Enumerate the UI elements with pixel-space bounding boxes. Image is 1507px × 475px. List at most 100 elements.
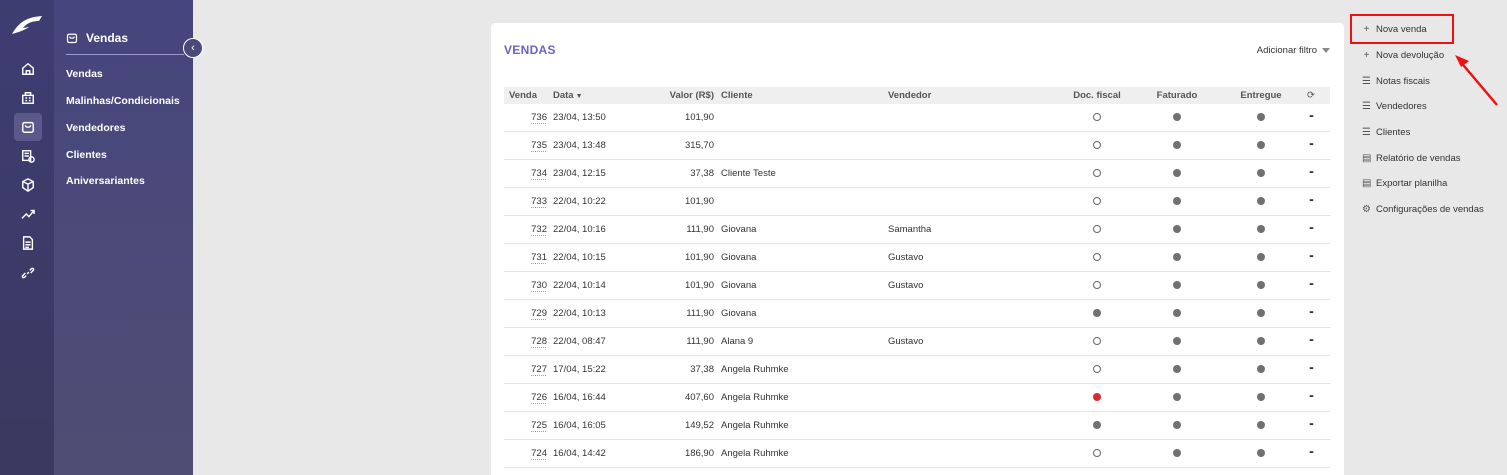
table-row[interactable]: 733 22/04, 10:22 101,90 •••: [504, 188, 1330, 216]
entregue-status[interactable]: [1239, 300, 1283, 327]
faturado-status[interactable]: [1155, 412, 1199, 439]
action-vendedores[interactable]: ☰ Vendedores: [1362, 101, 1427, 112]
building-icon[interactable]: [17, 87, 39, 109]
faturado-status[interactable]: [1155, 188, 1199, 215]
action-clientes[interactable]: ☰ Clientes: [1362, 127, 1410, 138]
entregue-status[interactable]: [1239, 440, 1283, 467]
more-options-icon[interactable]: •••: [1301, 216, 1321, 243]
faturado-status[interactable]: [1155, 300, 1199, 327]
faturado-status[interactable]: [1155, 384, 1199, 411]
add-filter-button[interactable]: Adicionar filtro: [1257, 45, 1330, 56]
table-row[interactable]: 730 22/04, 10:14 101,90 Giovana Gustavo •••: [504, 272, 1330, 300]
sale-number-link[interactable]: 730: [519, 272, 547, 299]
entregue-status[interactable]: [1239, 272, 1283, 299]
table-row[interactable]: 724 16/04, 14:42 186,90 Angela Ruhmke •••: [504, 440, 1330, 468]
link-icon[interactable]: [17, 262, 39, 284]
more-options-icon[interactable]: •••: [1301, 384, 1321, 411]
action-exportar-planilha[interactable]: ▤ Exportar planilha: [1362, 178, 1447, 189]
col-venda[interactable]: Venda: [509, 87, 537, 104]
sale-number-link[interactable]: 727: [519, 356, 547, 383]
doc-fiscal-status[interactable]: [1075, 412, 1119, 439]
sale-number-link[interactable]: 729: [519, 300, 547, 327]
refresh-icon[interactable]: ⟳: [1301, 87, 1321, 104]
more-options-icon[interactable]: •••: [1301, 328, 1321, 355]
sale-number-link[interactable]: 724: [519, 440, 547, 467]
logo-icon[interactable]: [11, 14, 43, 36]
table-row[interactable]: 726 16/04, 16:44 407,60 Angela Ruhmke •••: [504, 384, 1330, 412]
action-relat-rio-de-vendas[interactable]: ▤ Relatório de vendas: [1362, 153, 1461, 164]
more-options-icon[interactable]: •••: [1301, 244, 1321, 271]
table-row[interactable]: 731 22/04, 10:15 101,90 Giovana Gustavo •••: [504, 244, 1330, 272]
more-options-icon[interactable]: •••: [1301, 356, 1321, 383]
box-icon[interactable]: [17, 174, 39, 196]
col-faturado[interactable]: Faturado: [1155, 87, 1199, 104]
sidebar-item-vendedores[interactable]: Vendedores: [66, 122, 126, 134]
doc-fiscal-status[interactable]: [1075, 356, 1119, 383]
bag-icon[interactable]: [14, 113, 42, 141]
table-row[interactable]: 734 23/04, 12:15 37,38 Cliente Teste •••: [504, 160, 1330, 188]
doc-fiscal-status[interactable]: [1075, 440, 1119, 467]
sale-number-link[interactable]: 731: [519, 244, 547, 271]
table-row[interactable]: 727 17/04, 15:22 37,38 Angela Ruhmke •••: [504, 356, 1330, 384]
entregue-status[interactable]: [1239, 104, 1283, 131]
sale-number-link[interactable]: 733: [519, 188, 547, 215]
sale-number-link[interactable]: 735: [519, 132, 547, 159]
faturado-status[interactable]: [1155, 272, 1199, 299]
more-options-icon[interactable]: •••: [1301, 300, 1321, 327]
table-row[interactable]: 729 22/04, 10:13 111,90 Giovana •••: [504, 300, 1330, 328]
sidebar-item-clientes[interactable]: Clientes: [66, 149, 107, 161]
sidebar-item-aniversariantes[interactable]: Aniversariantes: [66, 175, 145, 187]
cash-icon[interactable]: [17, 145, 39, 167]
entregue-status[interactable]: [1239, 244, 1283, 271]
doc-fiscal-status[interactable]: [1075, 300, 1119, 327]
sidebar-item-malinhas[interactable]: Malinhas/Condicionais: [66, 95, 180, 107]
entregue-status[interactable]: [1239, 160, 1283, 187]
doc-fiscal-status[interactable]: [1075, 104, 1119, 131]
doc-fiscal-status[interactable]: [1075, 160, 1119, 187]
doc-fiscal-status[interactable]: [1075, 216, 1119, 243]
sale-number-link[interactable]: 734: [519, 160, 547, 187]
faturado-status[interactable]: [1155, 244, 1199, 271]
col-cliente[interactable]: Cliente: [721, 87, 753, 104]
more-options-icon[interactable]: •••: [1301, 188, 1321, 215]
entregue-status[interactable]: [1239, 132, 1283, 159]
table-row[interactable]: 728 22/04, 08:47 111,90 Alana 9 Gustavo •••: [504, 328, 1330, 356]
doc-fiscal-status[interactable]: [1075, 384, 1119, 411]
more-options-icon[interactable]: •••: [1301, 440, 1321, 467]
document-icon[interactable]: [17, 232, 39, 254]
more-options-icon[interactable]: •••: [1301, 160, 1321, 187]
trend-icon[interactable]: [17, 203, 39, 225]
entregue-status[interactable]: [1239, 188, 1283, 215]
entregue-status[interactable]: [1239, 328, 1283, 355]
more-options-icon[interactable]: •••: [1301, 104, 1321, 131]
more-options-icon[interactable]: •••: [1301, 412, 1321, 439]
doc-fiscal-status[interactable]: [1075, 328, 1119, 355]
table-row[interactable]: 736 23/04, 13:50 101,90 •••: [504, 104, 1330, 132]
faturado-status[interactable]: [1155, 160, 1199, 187]
sale-number-link[interactable]: 726: [519, 384, 547, 411]
entregue-status[interactable]: [1239, 412, 1283, 439]
sale-number-link[interactable]: 732: [519, 216, 547, 243]
more-options-icon[interactable]: •••: [1301, 272, 1321, 299]
table-row[interactable]: 732 22/04, 10:16 111,90 Giovana Samantha •••: [504, 216, 1330, 244]
col-vendedor[interactable]: Vendedor: [888, 87, 931, 104]
faturado-status[interactable]: [1155, 440, 1199, 467]
home-icon[interactable]: [17, 58, 39, 80]
action-configura-es-de-vendas[interactable]: ⚙ Configurações de vendas: [1362, 204, 1484, 215]
entregue-status[interactable]: [1239, 356, 1283, 383]
action-nova-devolu-o[interactable]: + Nova devolução: [1362, 50, 1445, 61]
sale-number-link[interactable]: 728: [519, 328, 547, 355]
faturado-status[interactable]: [1155, 104, 1199, 131]
sale-number-link[interactable]: 725: [519, 412, 547, 439]
faturado-status[interactable]: [1155, 328, 1199, 355]
col-valor[interactable]: Valor (R$): [634, 87, 714, 104]
faturado-status[interactable]: [1155, 132, 1199, 159]
table-row[interactable]: 735 23/04, 13:48 315,70 •••: [504, 132, 1330, 160]
collapse-sidebar-button[interactable]: ‹: [183, 38, 203, 58]
doc-fiscal-status[interactable]: [1075, 244, 1119, 271]
col-doc-fiscal[interactable]: Doc. fiscal: [1067, 87, 1127, 104]
more-options-icon[interactable]: •••: [1301, 132, 1321, 159]
col-entregue[interactable]: Entregue: [1239, 87, 1283, 104]
doc-fiscal-status[interactable]: [1075, 272, 1119, 299]
faturado-status[interactable]: [1155, 216, 1199, 243]
